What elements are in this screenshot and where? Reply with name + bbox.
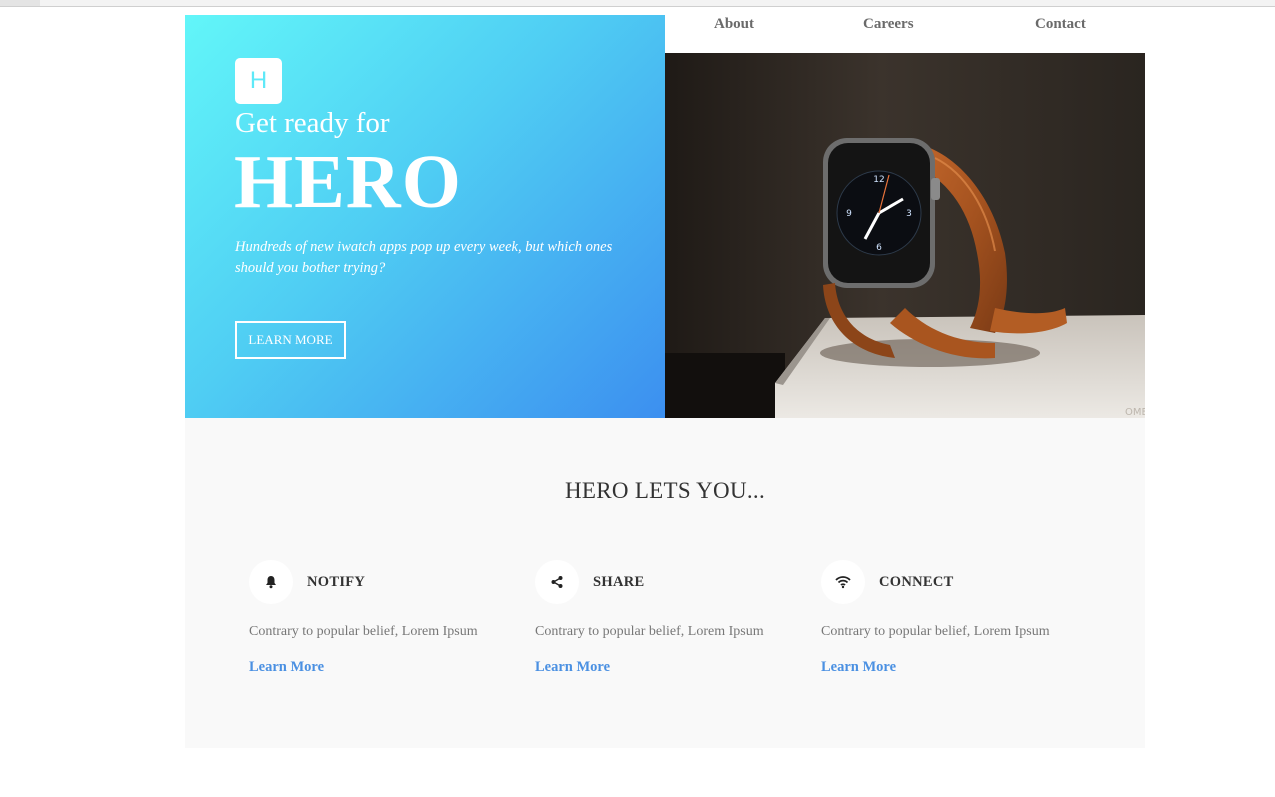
feature-text: Contrary to popular belief, Lorem Ipsum [821,624,1050,639]
bell-icon [249,560,293,604]
logo[interactable]: H [235,58,282,104]
feature-title: NOTIFY [307,574,366,590]
svg-text:3: 3 [906,209,912,219]
svg-text:6: 6 [876,243,882,253]
nav-careers[interactable]: Careers [863,16,914,33]
features-heading: HERO LETS YOU... [564,478,766,503]
nav-about[interactable]: About [714,16,754,33]
feature-learn-more-link[interactable]: Learn More [535,659,610,676]
logo-letter: H [249,67,268,94]
hero-kicker: Get ready for [235,107,390,139]
watch-illustration: 12 3 6 9 OME [665,53,1145,418]
feature-text: Contrary to popular belief, Lorem Ipsum [249,624,478,639]
feature-learn-more-link[interactable]: Learn More [249,659,324,676]
features-section: HERO LETS YOU... NOTIFY Contrary to popu… [185,418,1145,748]
svg-text:OME: OME [1125,407,1145,418]
learn-more-button[interactable]: LEARN MORE [235,321,346,359]
feature-title: SHARE [593,574,645,590]
hero-panel: H Get ready for HERO Hundreds of new iwa… [185,15,665,418]
wifi-icon [821,560,865,604]
nav-contact[interactable]: Contact [1035,16,1086,33]
browser-top-edge [0,0,1275,7]
share-icon [535,560,579,604]
hero-title: HERO [234,140,462,224]
feature-text: Contrary to popular belief, Lorem Ipsum [535,624,764,639]
feature-learn-more-link[interactable]: Learn More [821,659,896,676]
feature-title: CONNECT [879,574,954,590]
hero-description: Hundreds of new iwatch apps pop up every… [235,239,613,276]
svg-text:12: 12 [873,175,884,185]
hero-photo-watch: 12 3 6 9 OME [665,53,1145,418]
svg-text:9: 9 [846,209,852,219]
